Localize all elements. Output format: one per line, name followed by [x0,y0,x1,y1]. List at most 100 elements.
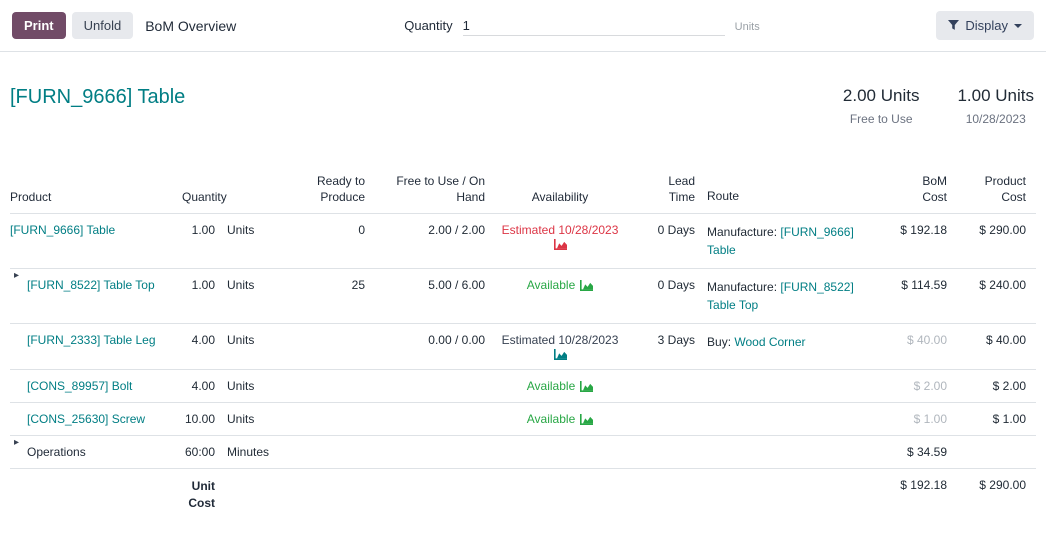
table-row-furn8522: ▸ [FURN_8522] Table Top 1.00 Units 25 5.… [10,269,1036,324]
col-header-quantity: Quantity [170,164,300,214]
availability-cell: Available [485,403,635,436]
ready-to-produce-cell [300,436,365,469]
bom-cost-cell: $ 2.00 [875,370,965,403]
lead-time-cell: 3 Days [635,324,695,370]
table-row-furn2333: [FURN_2333] Table Leg 4.00 Units 0.00 / … [10,324,1036,370]
unit-cell: Units [215,324,300,370]
quantity-label: Quantity [404,18,452,33]
product-cost-cell: $ 2.00 [965,370,1036,403]
table-row-furn9666: [FURN_9666] Table 1.00 Units 0 2.00 / 2.… [10,214,1036,269]
unit-cell: Minutes [215,436,300,469]
route-cell: Manufacture: [FURN_8522] Table Top [695,269,875,324]
free-to-use-value: 2.00 Units [843,86,920,106]
availability-text: Available [527,412,575,426]
unit-cell: Units [215,269,300,324]
route-type: Manufacture: [707,225,777,239]
col-header-bom-cost: BoM Cost [875,164,965,214]
route-cell [695,436,875,469]
route-cell [695,403,875,436]
quantity-cell: 10.00 [170,403,215,436]
forecast-date-caption: 10/28/2023 [957,112,1034,126]
bom-table: Product Quantity Ready to Produce Free t… [10,164,1036,521]
free-to-use-cell [365,436,485,469]
route-cell [695,370,875,403]
free-to-use-caption: Free to Use [843,112,920,126]
forecast-value: 1.00 Units [957,86,1034,106]
lead-time-cell [635,403,695,436]
total-product-cost: $ 290.00 [965,469,1036,521]
unit-cell: Units [215,370,300,403]
report-header: [FURN_9666] Table 2.00 Units Free to Use… [0,52,1046,126]
table-row-operations: ▸ Operations 60:00 Minutes $ 34.59 [10,436,1036,469]
quantity-cell: 1.00 [170,214,215,269]
free-to-use-stat: 2.00 Units Free to Use [843,86,920,126]
quantity-cell: 60:00 [170,436,215,469]
free-to-use-cell: 5.00 / 6.00 [365,269,485,324]
lead-time-cell: 0 Days [635,214,695,269]
bom-cost-cell: $ 34.59 [875,436,965,469]
col-header-free-to-use: Free to Use / On Hand [365,164,485,214]
product-link[interactable]: [FURN_2333] Table Leg [27,333,156,347]
quantity-cell: 4.00 [170,370,215,403]
unit-cost-row: Unit Cost $ 192.18 $ 290.00 [10,469,1036,521]
product-cost-cell: $ 40.00 [965,324,1036,370]
lead-time-cell [635,436,695,469]
stock-stats: 2.00 Units Free to Use 1.00 Units 10/28/… [843,86,1036,126]
toolbar: Print Unfold BoM Overview Quantity Units… [0,0,1046,52]
display-dropdown-button[interactable]: Display [936,11,1034,40]
ready-to-produce-cell [300,324,365,370]
availability-cell: Estimated 10/28/2023 [485,214,635,269]
product-cost-cell: $ 240.00 [965,269,1036,324]
free-to-use-cell [365,370,485,403]
bom-cost-cell: $ 1.00 [875,403,965,436]
col-header-route: Route [695,164,875,214]
lead-time-cell: 0 Days [635,269,695,324]
availability-text: Available [527,278,575,292]
table-header-row: Product Quantity Ready to Produce Free t… [10,164,1036,214]
unfold-button[interactable]: Unfold [72,12,134,39]
filter-icon [948,20,959,31]
chevron-down-icon [1014,24,1022,28]
area-chart-icon[interactable] [580,414,593,425]
bom-cost-cell: $ 114.59 [875,269,965,324]
unit-cell: Units [215,214,300,269]
product-link[interactable]: [CONS_25630] Screw [27,412,145,426]
operations-label: Operations [27,445,86,459]
bom-product-title: [FURN_9666] Table [10,86,185,109]
free-to-use-cell [365,403,485,436]
area-chart-icon[interactable] [554,239,567,250]
fold-toggle-icon[interactable]: ▸ [14,270,19,281]
total-bom-cost: $ 192.18 [875,469,965,521]
print-button[interactable]: Print [12,12,66,39]
forecast-stat: 1.00 Units 10/28/2023 [957,86,1034,126]
ready-to-produce-cell: 0 [300,214,365,269]
quantity-cell: 4.00 [170,324,215,370]
route-cell: Manufacture: [FURN_9666] Table [695,214,875,269]
unit-cost-label: Unit Cost [10,469,215,521]
area-chart-icon[interactable] [580,280,593,291]
quantity-cell: 1.00 [170,269,215,324]
availability-text: Estimated 10/28/2023 [502,223,619,237]
availability-text: Available [527,379,575,393]
free-to-use-cell: 0.00 / 0.00 [365,324,485,370]
unit-cell: Units [215,403,300,436]
availability-cell [485,436,635,469]
area-chart-icon[interactable] [580,381,593,392]
fold-toggle-icon[interactable]: ▸ [14,437,19,448]
quantity-input[interactable] [463,16,725,36]
product-link[interactable]: [FURN_9666] Table [10,223,115,237]
availability-cell: Available [485,370,635,403]
route-type: Buy: [707,335,731,349]
quantity-unit-label: Units [735,21,760,33]
col-header-availability: Availability [485,164,635,214]
ready-to-produce-cell [300,370,365,403]
product-link[interactable]: [CONS_89957] Bolt [27,379,132,393]
quantity-field-group: Quantity Units [404,16,936,36]
area-chart-icon[interactable] [554,349,567,360]
route-type: Manufacture: [707,280,777,294]
availability-cell: Estimated 10/28/2023 [485,324,635,370]
product-link[interactable]: [FURN_8522] Table Top [27,278,155,292]
col-header-product-cost: Product Cost [965,164,1036,214]
route-link[interactable]: Wood Corner [734,335,805,349]
bom-cost-cell: $ 192.18 [875,214,965,269]
